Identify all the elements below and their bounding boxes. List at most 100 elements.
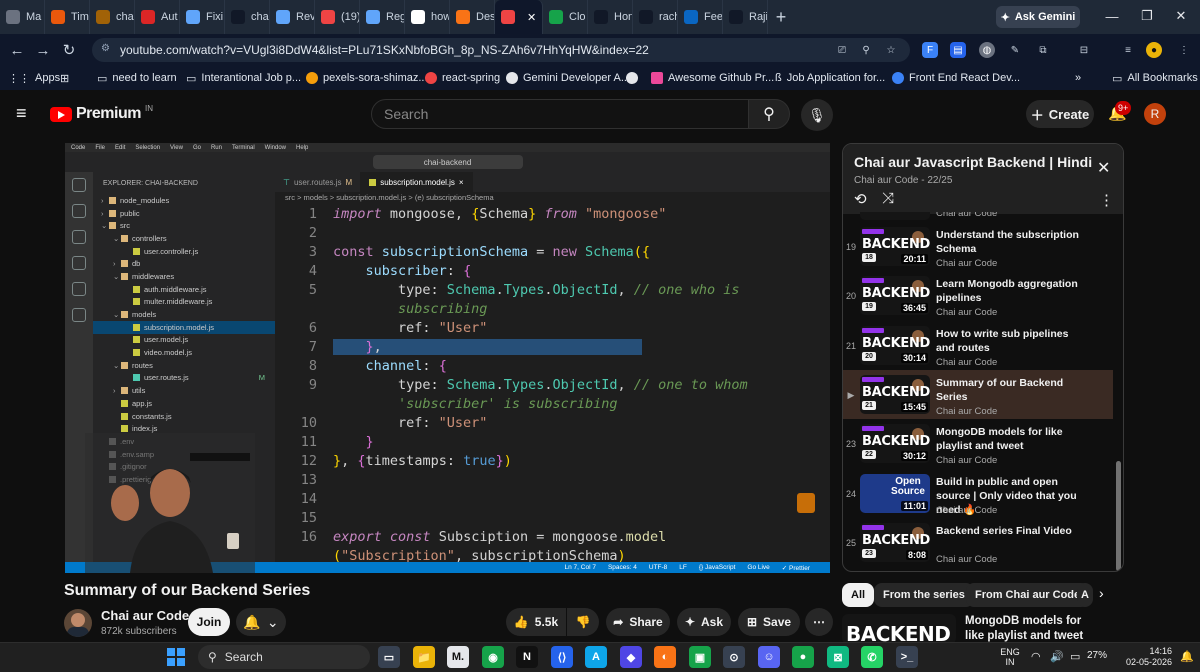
browser-tab[interactable]: Desi xyxy=(450,0,495,34)
playlist-item-thumbnail[interactable]: BACKEND 23 8:08 xyxy=(860,523,930,562)
browser-tab[interactable]: Ma xyxy=(0,0,45,34)
forward-icon[interactable]: → xyxy=(30,37,56,63)
language-indicator[interactable]: ENG IN xyxy=(1000,647,1020,667)
playlist-item[interactable]: ▶ BACKEND 21 15:45 Summary of our Backend Se… xyxy=(843,370,1113,419)
browser-tab[interactable]: cha xyxy=(90,0,135,34)
browser-tab[interactable]: Reg xyxy=(360,0,405,34)
playlist-item-thumbnail[interactable]: BACKEND 20 30:14 xyxy=(860,326,930,365)
taskbar-app-icon[interactable]: A xyxy=(585,646,607,668)
playlist-item-thumbnail[interactable]: Open Source 11:01 xyxy=(860,474,930,513)
playlist-more-icon[interactable]: ⋮ xyxy=(1099,191,1114,209)
taskbar-app-icon[interactable]: ▣ xyxy=(689,646,711,668)
back-icon[interactable]: ← xyxy=(4,37,30,63)
loop-icon[interactable]: ⟲ xyxy=(854,190,867,208)
bookmark-front-end-react[interactable]: Front End React Dev... xyxy=(892,70,1020,86)
install-app-icon[interactable]: ⎚ xyxy=(834,42,850,58)
bookmark-awesome-github[interactable]: Awesome Github Pr... xyxy=(651,70,774,86)
taskbar-app-icon[interactable]: ◉ xyxy=(482,646,504,668)
playlist-item[interactable]: 21 BACKEND 20 30:14 How to write sub pipelin… xyxy=(843,321,1113,370)
taskbar-app-icon[interactable]: ⊙ xyxy=(723,646,745,668)
recommendation-thumbnail[interactable]: BACKEND xyxy=(842,614,956,644)
chip-all[interactable]: All xyxy=(842,583,875,607)
ask-button[interactable]: ✦ Ask xyxy=(677,608,731,636)
search-input[interactable]: Search xyxy=(371,99,749,129)
address-bar[interactable]: ⚙ youtube.com/watch?v=VUgl3i8DdW4&list=PL… xyxy=(92,38,910,62)
search-button[interactable]: ⚲ xyxy=(748,99,790,129)
bookmark-need-to-learn[interactable]: ▭ need to learn xyxy=(97,70,177,86)
bookmark-international-job[interactable]: ▭ Interantional Job p... xyxy=(186,70,301,86)
chip-from-the-series[interactable]: From the series xyxy=(874,583,974,607)
restore-button[interactable]: ❐ xyxy=(1135,6,1159,26)
save-button[interactable]: ⊞ Save xyxy=(738,608,800,636)
dislike-button[interactable]: 👎 xyxy=(567,608,599,636)
like-button[interactable]: 👍 5.5k xyxy=(506,608,566,636)
profile-icon[interactable]: ● xyxy=(1146,42,1162,58)
channel-name[interactable]: Chai aur Code xyxy=(101,608,189,623)
close-tab-icon[interactable]: ✕ xyxy=(527,11,536,24)
taskbar-app-icon[interactable]: ◐ xyxy=(654,646,676,668)
taskbar-app-icon[interactable]: ▭ xyxy=(378,646,400,668)
taskbar-app-icon[interactable]: ☺ xyxy=(758,646,780,668)
browser-tab[interactable]: ✕ xyxy=(495,0,543,34)
reload-icon[interactable]: ↻ xyxy=(56,37,82,63)
zoom-icon[interactable]: ⚲ xyxy=(858,42,874,58)
share-button[interactable]: ➦ Share xyxy=(606,608,670,636)
youtube-premium-logo[interactable]: Premium IN xyxy=(50,104,153,123)
browser-tab[interactable]: Hon xyxy=(588,0,633,34)
shuffle-icon[interactable]: ⤨ xyxy=(882,190,894,207)
extension-icon[interactable]: F xyxy=(922,42,938,58)
bookmarks-overflow[interactable]: » xyxy=(1075,70,1081,86)
extension-docs-icon[interactable]: ▤ xyxy=(950,42,966,58)
close-window-button[interactable]: ✕ xyxy=(1169,6,1193,26)
playlist-scroll-thumb[interactable] xyxy=(1116,461,1121,571)
browser-tab[interactable]: Clo xyxy=(543,0,588,34)
video-player[interactable]: Code File Edit Selection View Go Run Terminal Wi… xyxy=(65,143,830,573)
bookmark-pexels[interactable]: pexels-sora-shimaz... xyxy=(306,70,428,86)
taskbar-app-icon[interactable]: ✆ xyxy=(861,646,883,668)
wifi-icon[interactable]: ◠ xyxy=(1031,650,1041,663)
recommendation-title[interactable]: MongoDB models for like playlist and twe… xyxy=(965,614,1085,644)
playlist-item-thumbnail[interactable]: BACKEND 21 15:45 xyxy=(860,375,930,414)
browser-tab[interactable]: (19) xyxy=(315,0,360,34)
browser-tab[interactable]: cha xyxy=(225,0,270,34)
bookmark-folder[interactable]: ⊞ xyxy=(60,70,69,86)
ask-gemini-button[interactable]: ✦ Ask Gemini xyxy=(996,6,1080,28)
browser-tab[interactable]: Tim xyxy=(45,0,90,34)
browser-tab[interactable]: how xyxy=(405,0,450,34)
tab-search-icon[interactable]: ⊟ xyxy=(1076,42,1092,58)
star-icon[interactable]: ☆ xyxy=(883,42,899,58)
browser-tab[interactable]: Rajil xyxy=(723,0,768,34)
extensions-puzzle-icon[interactable]: ⧉ xyxy=(1035,42,1051,58)
hamburger-menu-icon[interactable]: ≡ xyxy=(16,104,36,124)
browser-tab[interactable]: rach xyxy=(633,0,678,34)
browser-tab[interactable]: Fixi xyxy=(180,0,225,34)
taskbar-app-icon[interactable]: M. xyxy=(447,646,469,668)
taskbar-app-icon[interactable]: N xyxy=(516,646,538,668)
volume-icon[interactable]: 🔊 xyxy=(1050,650,1064,663)
browser-tab[interactable]: Aut xyxy=(135,0,180,34)
playlist-item-thumbnail[interactable]: BACKEND 19 36:45 xyxy=(860,276,930,315)
voice-search-button[interactable]: 🎙 xyxy=(801,99,833,131)
taskbar-app-icon[interactable]: ● xyxy=(792,646,814,668)
playlist-item[interactable]: 20 BACKEND 19 36:45 Learn Mongodb aggregatio… xyxy=(843,271,1113,320)
bookmark-apps[interactable]: ⋮⋮ Apps xyxy=(8,70,60,86)
subscription-notifications-button[interactable]: 🔔 ⌄ xyxy=(236,608,286,636)
bookmark-gemini-developer[interactable]: Gemini Developer A... xyxy=(506,70,630,86)
playlist-item[interactable]: 23 BACKEND 22 30:12 MongoDB models for like … xyxy=(843,419,1113,468)
playlist-item-thumbnail[interactable]: BACKEND 18 20:11 xyxy=(860,227,930,266)
bookmark-job-application[interactable]: ß Job Application for... xyxy=(775,70,885,86)
clock[interactable]: 14:16 02-05-2026 xyxy=(1116,646,1172,668)
create-button[interactable]: ＋ Create xyxy=(1026,100,1094,128)
channel-avatar[interactable] xyxy=(64,609,92,637)
taskbar-app-icon[interactable]: >_ xyxy=(896,646,918,668)
site-info-icon[interactable]: ⚙ xyxy=(101,43,115,57)
taskbar-app-icon[interactable]: ⊠ xyxy=(827,646,849,668)
pen-icon[interactable]: ✎ xyxy=(1007,42,1023,58)
playlist-item-thumbnail[interactable]: BACKEND 22 30:12 xyxy=(860,424,930,463)
playlist-title[interactable]: Chai aur Javascript Backend | Hindi xyxy=(854,154,1092,170)
taskbar-app-icon[interactable]: ⟨⟩ xyxy=(551,646,573,668)
battery-icon[interactable]: ▭ xyxy=(1070,650,1080,663)
playlist-item[interactable]: 25 BACKEND 23 8:08 Backend series Final Vide… xyxy=(843,518,1113,567)
bookmark-github[interactable] xyxy=(626,70,638,86)
playlist-item[interactable]: 19 BACKEND 18 20:11 Understand the subscript… xyxy=(843,222,1113,271)
